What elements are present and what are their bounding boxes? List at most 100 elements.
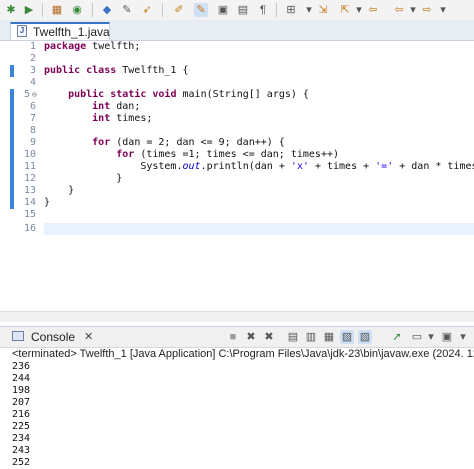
toolbar-separator [92,3,93,17]
show-whitespace-icon[interactable]: ⊞ [284,3,298,17]
show-on-stdout-icon[interactable]: ▧ [340,330,354,344]
code-text: .println(dan + [200,161,291,172]
forward-dropdown-icon[interactable]: ▾ [436,3,450,17]
java-file-icon: J [17,25,27,37]
dropdown-icon[interactable]: ▾ [352,3,366,17]
display-dropdown-icon[interactable]: ▾ [424,330,438,344]
clear-console-icon[interactable]: ▤ [286,330,300,344]
code-line-3: public class Twelfth_1 { [44,65,189,77]
code-text: + dan * times); [399,161,474,172]
code-text: dan; [110,101,141,112]
prev-annotation-icon[interactable]: ⇱ [338,3,352,17]
next-annotation-icon[interactable]: ⇲ [316,3,330,17]
code-line-14: } [44,197,51,208]
highlight-icon[interactable]: ✐ [172,3,186,17]
code-text: times; [110,113,153,124]
keyword: int [44,113,111,124]
code-line-5: public static void main(String[] args) { [44,89,309,101]
pilcrow-icon[interactable]: ¶ [256,3,270,17]
console-output-line: 207 [12,397,31,408]
keyword: package [44,41,87,52]
run-icon[interactable]: ▶ [22,3,36,17]
static-field: out [182,161,201,172]
toolbar-separator [162,3,163,17]
line-number: 2 [29,53,36,64]
keyword: for [44,149,135,160]
line-number: 4 [29,77,36,88]
terminate-icon[interactable]: ■ [226,330,240,344]
keyword: class [80,65,117,76]
new-icon[interactable]: ◉ [70,3,84,17]
code-line-7: int times; [44,113,152,125]
display-console-icon[interactable]: ▭ [410,330,424,344]
scroll-lock-icon[interactable]: ▥ [304,330,318,344]
keyword: int [44,101,111,112]
editor-tab-label: Twelfth_1.java [33,25,110,39]
keyword: void [146,89,177,100]
line-number: 10 [23,149,36,160]
search-icon[interactable]: ✎ [120,3,134,17]
line-number: 7 [29,113,36,124]
back-icon[interactable]: ⇦ [392,3,406,17]
main-toolbar: ✱ ▶ ▦ ◉ ◆ ✎ ➶ ✐ ✎ ▣ ▤ ¶ ⊞ ▾ ⇲ ⇱ ▾ ⇦ ⇦ ▾ … [0,0,474,21]
line-number: 8 [29,125,36,136]
console-output-line: 234 [12,433,31,444]
console-tab-bar: Console ✕ ■ ✖ ✖ ▤ ▥ ▦ ▧ ▨ ➚ ▭ ▾ ▣ ▾ [0,326,474,348]
code-line-13: } [44,185,75,196]
line-number: 11 [23,161,36,172]
code-text: Twelfth_1 { [116,65,189,76]
code-text: (times =1; times <= dan; times++) [134,149,340,160]
line-number: 9 [29,137,36,148]
code-text: main(String[] args) { [176,89,309,100]
remove-launch-icon[interactable]: ✖ [244,330,258,344]
console-icon [12,331,24,341]
toolbar-separator [42,3,43,17]
block-selection-icon[interactable]: ▤ [236,3,250,17]
console-output-line: 244 [12,373,31,384]
console-output-line: 225 [12,421,31,432]
editor-horizontal-scrollbar[interactable] [0,311,474,322]
toolbar-separator [276,3,277,17]
code-line-9: for (dan = 2; dan <= 9; dan++) { [44,137,285,149]
line-number: 6 [29,101,36,112]
editor-tab-twelfth[interactable]: J Twelfth_1.java [10,22,110,40]
debug-icon[interactable]: ✱ [4,3,18,17]
console-tab-label[interactable]: Console [31,330,75,344]
fold-collapse-icon[interactable]: ⊖ [32,90,37,99]
word-wrap-icon[interactable]: ▦ [322,330,336,344]
char-literal: 'x' [290,161,309,172]
line-number: 13 [23,185,36,196]
open-type-icon[interactable]: ◆ [100,3,114,17]
toggle-icon[interactable]: ▣ [216,3,230,17]
code-text: + times + [308,161,376,172]
back-dropdown-icon[interactable]: ▾ [406,3,420,17]
code-text: twelfth; [86,41,141,52]
code-line-1: package twelfth; [44,41,140,53]
console-output-line: 236 [12,361,31,372]
remove-all-terminated-icon[interactable]: ✖ [262,330,276,344]
build-icon[interactable]: ▦ [50,3,64,17]
show-on-stderr-icon[interactable]: ▨ [358,330,372,344]
last-edit-icon[interactable]: ⇦ [366,3,380,17]
console-output-line: 243 [12,445,31,456]
open-console-icon[interactable]: ▣ [440,330,454,344]
pin-console-icon[interactable]: ➚ [390,330,404,344]
console-output-line: 252 [12,457,31,468]
line-number: 3 [29,65,36,76]
code-line-6: int dan; [44,101,140,113]
current-line-highlight [44,223,474,235]
line-number: 12 [23,173,36,184]
open-console-dropdown-icon[interactable]: ▾ [456,330,470,344]
line-number-gutter: 1 2 3 4 5 ⊖ 6 7 8 9 10 11 12 13 14 15 16 [0,41,38,311]
mark-occurrences-icon[interactable]: ✎ [194,3,208,17]
console-output[interactable]: 236 244 198 207 216 225 234 243 252 [0,361,474,468]
console-status-line: <terminated> Twelfth_1 [Java Application… [12,348,474,360]
keyword: public [44,65,81,76]
code-editor[interactable]: 1 2 3 4 5 ⊖ 6 7 8 9 10 11 12 13 14 15 16… [0,41,474,322]
line-number: 14 [23,197,36,208]
toggle-breadcrumb-icon[interactable]: ▾ [302,3,316,17]
bookmark-icon[interactable]: ➶ [140,3,154,17]
close-icon[interactable]: ✕ [84,330,93,343]
code-line-11: System.out.println(dan + 'x' + times + '… [44,161,474,173]
forward-icon[interactable]: ⇨ [420,3,434,17]
